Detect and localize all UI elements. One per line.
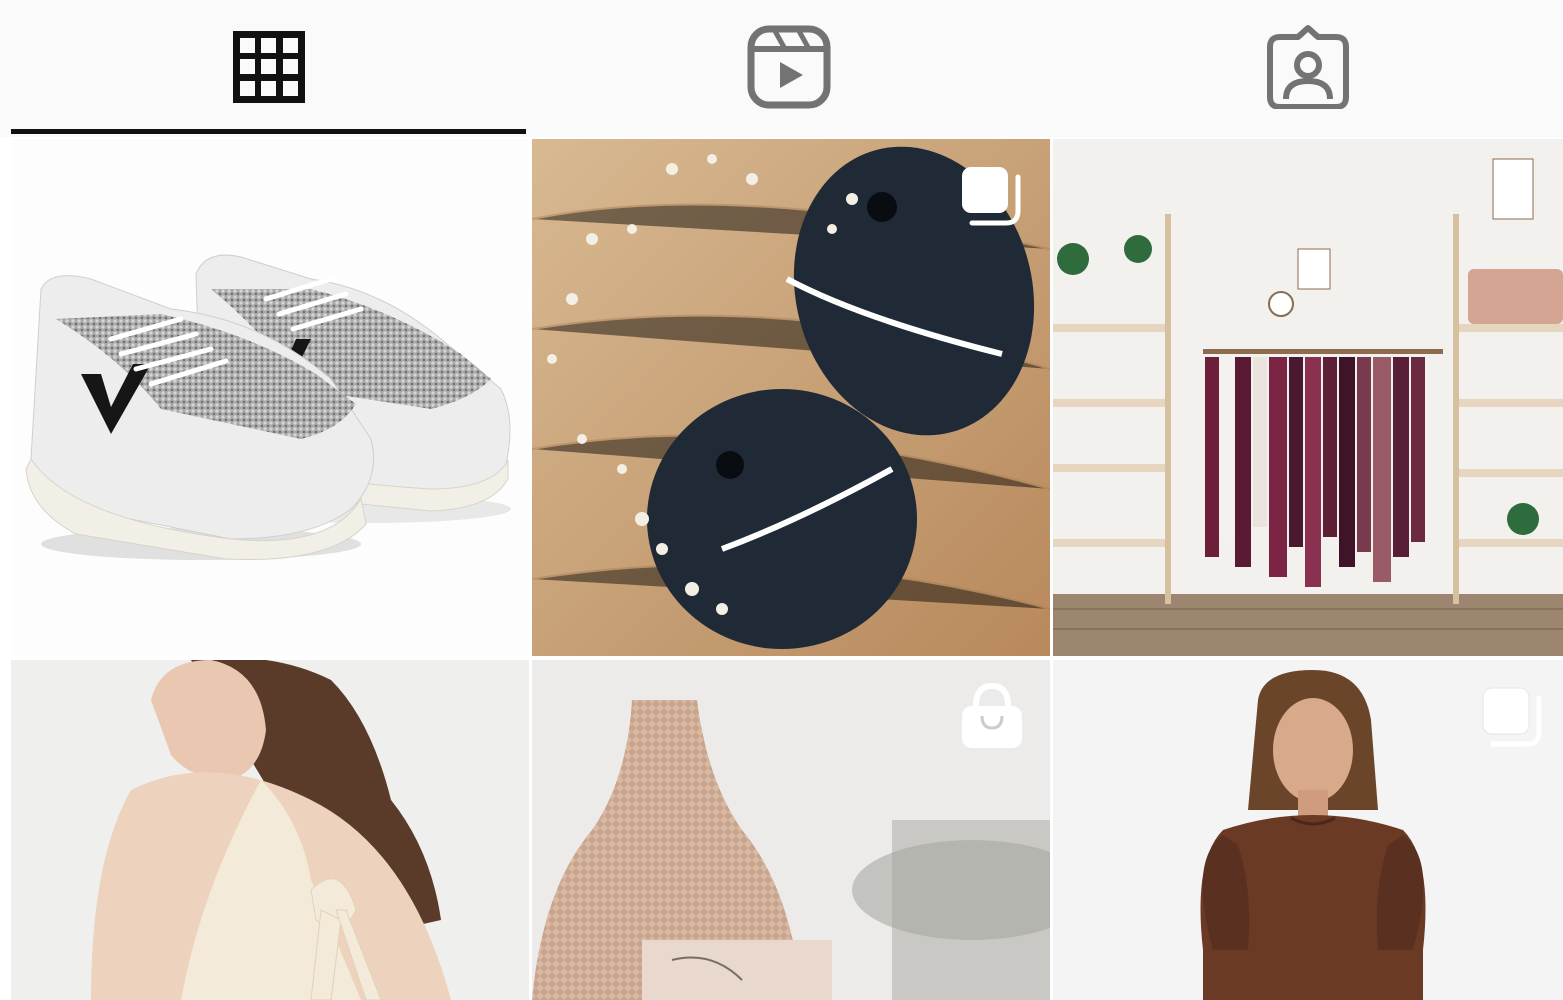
woman-brown-sweater-image (1053, 660, 1563, 1000)
tab-reels[interactable] (531, 0, 1047, 134)
reels-icon (747, 25, 831, 109)
grid-post-woman-tie-back-top[interactable]: woman-tie-back-top (11, 660, 529, 1000)
sneakers-image (25, 254, 511, 561)
woman-tie-back-image (11, 660, 529, 1000)
grid-icon (232, 31, 305, 103)
store-interior-image (1053, 139, 1563, 656)
tab-tagged[interactable] (1052, 0, 1563, 134)
grid-post-sneakers[interactable]: sneakers (11, 139, 529, 656)
tab-posts[interactable] (11, 0, 526, 134)
grid-post-vases[interactable]: vases (532, 139, 1050, 656)
vases-image (532, 139, 1050, 656)
grid-post-woman-brown-sweater[interactable]: woman-brown-sweater (1053, 660, 1563, 1000)
woven-vase-image (532, 660, 1050, 1000)
tagged-icon (1266, 25, 1349, 109)
grid-post-store-interior[interactable]: store-interior (1053, 139, 1563, 656)
profile-tab-bar (0, 0, 1563, 137)
grid-post-woven-vase[interactable]: woven-vase (532, 660, 1050, 1000)
active-tab-indicator (11, 129, 526, 134)
